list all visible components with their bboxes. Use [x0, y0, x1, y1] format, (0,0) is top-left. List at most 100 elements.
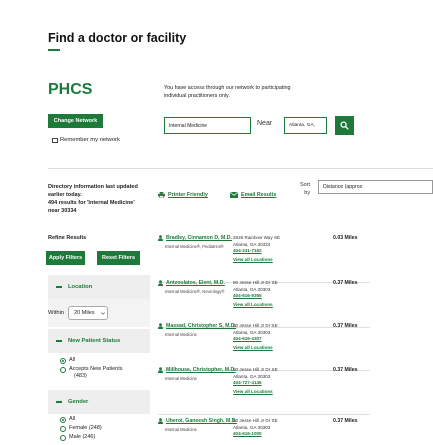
view-all-locations-link[interactable]: View all Locations	[233, 389, 278, 396]
new-patient-option-accepts[interactable]: Accepts New Patients (483)	[60, 366, 123, 380]
phone-link[interactable]: 404-241-7162	[233, 248, 280, 255]
gender-option-all[interactable]: All	[60, 416, 75, 423]
directory-updated-line1: Directory information last updated	[48, 184, 138, 190]
radio-selected[interactable]	[60, 357, 66, 364]
sort-select[interactable]: Distance (approx	[318, 180, 433, 194]
gender-option-male[interactable]: Male (246)	[60, 434, 95, 441]
provider-name: Uberoi, Ganeesh Singh, M.D.	[166, 418, 237, 424]
provider-name-link[interactable]: Massad, Christopher S, M.D.	[158, 323, 236, 329]
remember-network-checkbox[interactable]	[52, 137, 58, 143]
distance: 0.37 Miles	[333, 418, 358, 424]
reset-filters-button[interactable]: Reset Filters	[97, 251, 140, 265]
within-label: Within	[48, 310, 65, 316]
page-title: Find a doctor or facility	[48, 31, 187, 45]
email-icon	[230, 192, 238, 198]
location-facet-body: Within 20 Miles	[48, 299, 150, 327]
address-line1: 80 Jesse Hill Jr Dr SE	[233, 323, 278, 328]
provider-specialties: Internal Medicine	[165, 376, 197, 381]
change-network-button[interactable]: Change Network	[48, 114, 103, 128]
provider-name-link[interactable]: Bradley, Cinnamon D, M.D.	[158, 235, 232, 241]
network-access-text: You have access through our network to p…	[164, 85, 291, 99]
person-icon	[158, 235, 163, 241]
phone-link[interactable]: 404-616-4307	[233, 336, 278, 343]
search-input[interactable]: Internal Medicine	[164, 117, 251, 134]
refine-results-heading: Refine Results	[48, 235, 87, 241]
gender-facet-title: Gender	[68, 399, 89, 405]
collapse-icon	[56, 340, 62, 342]
apply-filters-button[interactable]: Apply Filters	[46, 251, 85, 265]
option-count: (483)	[74, 373, 87, 379]
provider-specialties: Internal Medicine	[165, 427, 197, 432]
address-line1: 80 Jesse Hill Jr Dr SE	[233, 280, 278, 285]
new-patient-facet-title: New Patient Status	[68, 338, 121, 344]
section-divider	[48, 168, 433, 169]
result-row: Millhouse, Christopher, M.D. Internal Me…	[158, 367, 370, 415]
provider-name-link[interactable]: Millhouse, Christopher, M.D.	[158, 367, 236, 373]
new-patient-facet-header[interactable]: New Patient Status	[48, 329, 150, 353]
option-label-text: Accepts New Patients	[69, 366, 123, 372]
option-label: Accepts New Patients (483)	[69, 366, 123, 380]
provider-name: Millhouse, Christopher, M.D.	[166, 367, 236, 373]
printer-friendly-link[interactable]: Printer Friendly	[158, 192, 208, 198]
location-facet-header[interactable]: Location	[48, 275, 150, 299]
gender-facet-body: All Female (248) Male (246)	[48, 414, 150, 445]
directory-updated-line2: earlier today.	[48, 192, 82, 198]
result-row: Antzoulatos, Eleni, M.D. Internal Medici…	[158, 280, 370, 328]
gender-facet-header[interactable]: Gender	[48, 390, 150, 414]
chevron-down-icon	[100, 311, 105, 315]
within-select[interactable]: 20 Miles	[68, 306, 109, 320]
person-icon	[158, 323, 163, 329]
person-icon	[158, 367, 163, 373]
remember-network[interactable]: Remember my network	[52, 137, 120, 143]
option-label: All	[69, 416, 76, 422]
provider-name-link[interactable]: Antzoulatos, Eleni, M.D.	[158, 280, 225, 286]
address-line1: 2626 Rainbow Way SE	[233, 235, 281, 240]
network-logo: PHCS	[48, 81, 93, 98]
provider-name-link[interactable]: Uberoi, Ganeesh Singh, M.D.	[158, 418, 237, 424]
provider-specialties: Internal Medicine®, Pediatrics®	[165, 244, 224, 249]
search-icon	[340, 121, 349, 130]
address-line1: 80 Jesse Hill Jr Dr SE	[233, 367, 278, 372]
provider-name: Massad, Christopher S, M.D.	[166, 323, 237, 329]
results-count-line1: 494 results for 'Internal Medicine'	[48, 200, 135, 206]
distance: 0.37 Miles	[333, 280, 358, 286]
near-label: Near	[257, 120, 273, 127]
provider-specialties: Internal Medicine	[165, 332, 197, 337]
view-all-locations-link[interactable]: View all Locations	[233, 257, 280, 264]
provider-specialties: Internal Medicine®, Neurology®	[165, 289, 225, 294]
view-all-locations-link[interactable]: View all Locations	[233, 345, 278, 352]
result-row: Massad, Christopher S, M.D. Internal Med…	[158, 323, 370, 371]
collapse-icon	[56, 401, 62, 403]
phone-link[interactable]: 404-616-1000	[233, 431, 278, 438]
address-line1: 80 Jesse Hill Jr Dr SE	[233, 418, 278, 423]
results-count-line2: near 30334	[48, 208, 77, 214]
phone-link[interactable]: 404-616-9355	[233, 293, 278, 300]
title-underline	[48, 49, 60, 51]
email-results-link[interactable]: Email Results	[230, 192, 276, 198]
provider-address: 80 Jesse Hill Jr Dr SE Atlanta, GA 30303…	[233, 323, 278, 351]
provider-name: Bradley, Cinnamon D, M.D.	[166, 235, 232, 241]
phone-link[interactable]: 404-727-4145	[233, 380, 278, 387]
directory-info: Directory information last updated earli…	[48, 183, 158, 215]
printer-icon	[158, 192, 165, 198]
view-all-locations-link[interactable]: View all Locations	[233, 302, 278, 309]
email-results-label: Email Results	[241, 192, 277, 198]
radio-unselected[interactable]	[60, 434, 66, 441]
option-label: Male (246)	[69, 434, 96, 440]
provider-name: Antzoulatos, Eleni, M.D.	[166, 280, 225, 286]
radio-selected[interactable]	[60, 416, 66, 423]
near-input[interactable]: Atlanta, GA,	[284, 117, 327, 134]
gender-option-female[interactable]: Female (248)	[60, 425, 102, 432]
collapse-icon	[56, 286, 62, 288]
new-patient-option-all[interactable]: All	[60, 357, 75, 364]
person-icon	[158, 418, 163, 424]
provider-address: 80 Jesse Hill Jr Dr SE Atlanta, GA 30303…	[233, 280, 278, 308]
provider-address: 80 Jesse Hill Jr Dr SE Atlanta, GA 30303…	[233, 418, 278, 438]
option-label: Female (248)	[69, 425, 102, 431]
radio-unselected[interactable]	[60, 425, 66, 432]
radio-unselected[interactable]	[60, 366, 66, 373]
provider-address: 2626 Rainbow Way SE Atlanta, GA 30334 40…	[233, 235, 280, 263]
search-button[interactable]	[335, 116, 354, 135]
sort-label-line1: Sort	[300, 182, 311, 188]
distance: 0.37 Miles	[333, 323, 358, 329]
